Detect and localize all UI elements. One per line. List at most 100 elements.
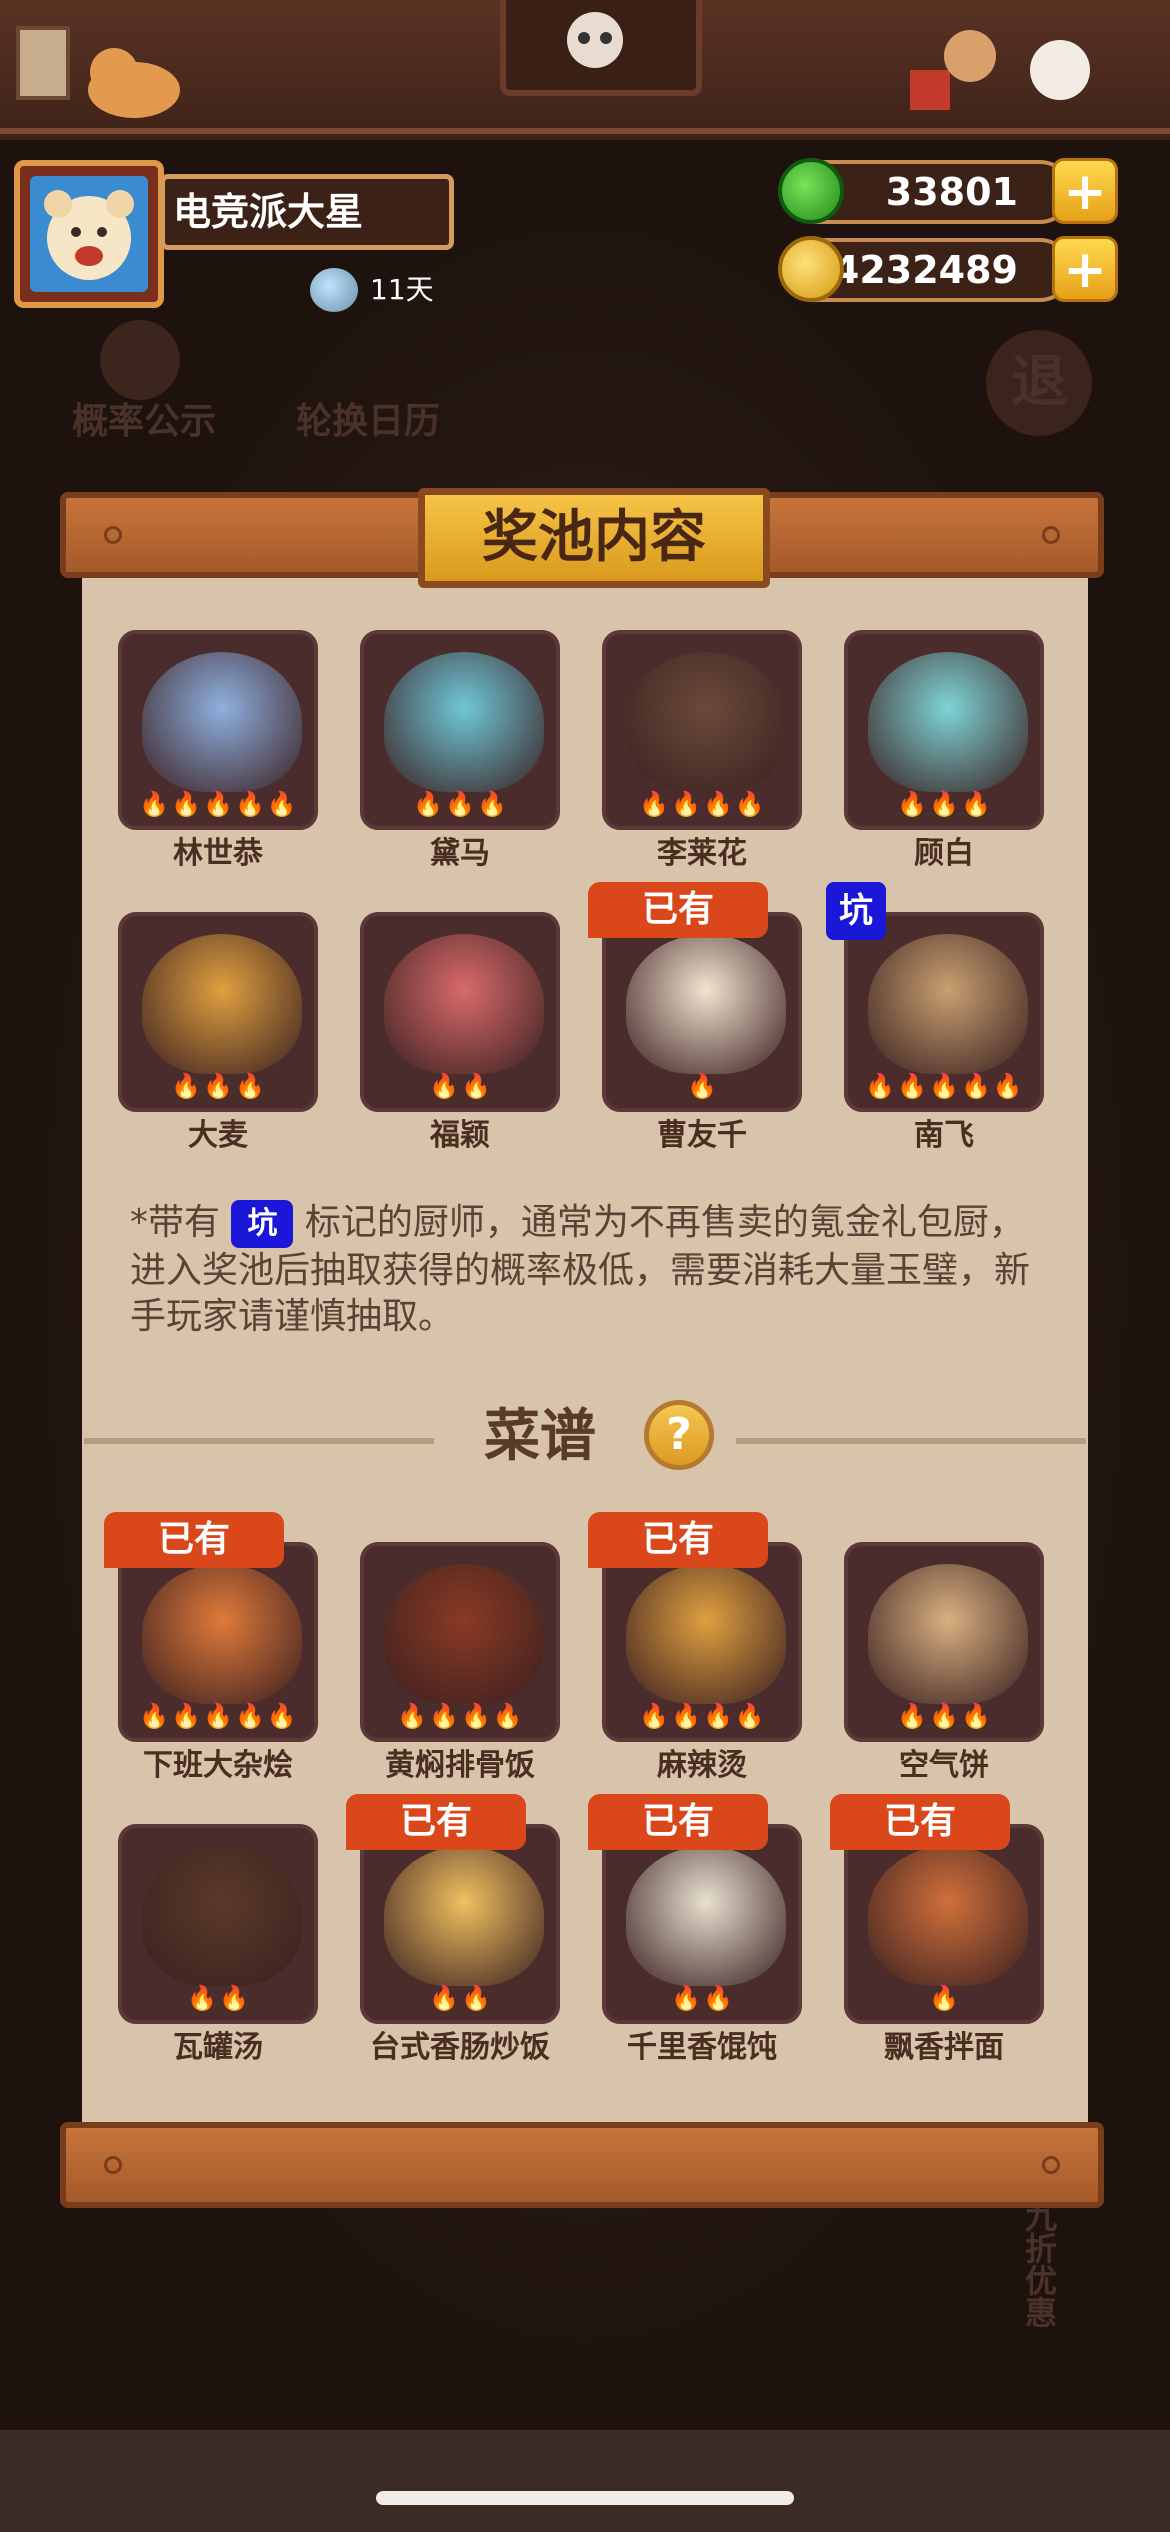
flame-icon: 🔥 <box>703 790 733 818</box>
chef-card[interactable]: 🔥 🔥 🔥 <box>844 630 1044 830</box>
recipe-portrait <box>142 1564 302 1704</box>
flame-icon: 🔥 <box>234 1702 265 1730</box>
owned-badge: 已有 <box>830 1794 1010 1850</box>
flame-icon: 🔥 <box>734 790 765 818</box>
recipe-name: 千里香馄饨 <box>627 2030 777 2065</box>
owned-badge: 已有 <box>588 1512 768 1568</box>
coin-icon <box>778 236 844 302</box>
flame-icon: 🔥 <box>234 790 265 818</box>
recipe-card[interactable]: 🔥 🔥 🔥 <box>844 1542 1044 1742</box>
flame-icon: 🔥 <box>187 1984 217 2012</box>
chef-name: 黛马 <box>430 836 490 871</box>
recipe-name: 麻辣烫 <box>657 1748 747 1783</box>
chef-portrait <box>626 934 786 1074</box>
chef-name: 曹友千 <box>657 1118 747 1153</box>
recipe-card[interactable]: 🔥 🔥 🔥 🔥 <box>602 1542 802 1742</box>
rarity-flames: 🔥 🔥 <box>364 1072 556 1100</box>
note-prefix: *带有 <box>130 1202 221 1243</box>
pit-badge: 坑 <box>826 882 886 940</box>
add-jade-button[interactable]: + <box>1052 158 1118 224</box>
flame-icon: 🔥 <box>960 1702 991 1730</box>
flame-icon: 🔥 <box>865 1072 896 1100</box>
flame-icon: 🔥 <box>203 1072 233 1100</box>
flame-icon: 🔥 <box>671 1984 701 2012</box>
flame-icon: 🔥 <box>445 790 475 818</box>
flame-icon: 🔥 <box>897 1702 928 1730</box>
recipe-card[interactable]: 🔥 <box>844 1824 1044 2024</box>
flame-icon: 🔥 <box>639 1702 670 1730</box>
recipe-portrait <box>868 1846 1028 1986</box>
flame-icon: 🔥 <box>171 790 202 818</box>
help-button[interactable]: ? <box>644 1400 714 1470</box>
add-coins-button[interactable]: + <box>1052 236 1118 302</box>
rarity-flames: 🔥 🔥 <box>122 1984 314 2012</box>
chef-name: 福颖 <box>430 1118 490 1153</box>
calendar-link[interactable]: 轮换日历 <box>296 392 440 444</box>
flame-icon: 🔥 <box>992 1072 1023 1100</box>
flame-icon: 🔥 <box>139 1702 170 1730</box>
flame-icon: 🔥 <box>429 1984 459 2012</box>
player-name: 电竞派大星 <box>160 174 454 250</box>
recipe-card[interactable]: 🔥 🔥 🔥 🔥 <box>360 1542 560 1742</box>
chef-card[interactable]: 🔥 🔥 🔥 🔥 🔥 <box>118 630 318 830</box>
recipe-card[interactable]: 🔥 🔥 <box>118 1824 318 2024</box>
flame-icon: 🔥 <box>139 790 170 818</box>
divider-left <box>84 1438 434 1444</box>
cat-mascot-icon <box>567 12 623 68</box>
flame-icon: 🔥 <box>897 1072 928 1100</box>
chef-card[interactable]: 🔥 <box>602 912 802 1112</box>
rarity-flames: 🔥 🔥 🔥 🔥 <box>606 1702 798 1730</box>
chef-portrait <box>868 934 1028 1074</box>
recipe-card[interactable]: 🔥 🔥 <box>602 1824 802 2024</box>
owned-badge: 已有 <box>104 1512 284 1568</box>
recipe-name: 飘香拌面 <box>884 2030 1004 2065</box>
chef-portrait <box>142 652 302 792</box>
flame-icon: 🔥 <box>929 1984 959 2012</box>
flame-icon: 🔥 <box>429 1072 459 1100</box>
chef-card[interactable]: 🔥 🔥 🔥 <box>118 912 318 1112</box>
flame-icon: 🔥 <box>687 1072 717 1100</box>
recipe-card[interactable]: 🔥 🔥 🔥 🔥 🔥 <box>118 1542 318 1742</box>
avatar[interactable] <box>14 160 164 308</box>
chef-name: 李莱花 <box>657 836 747 871</box>
flame-icon: 🔥 <box>960 1072 991 1100</box>
chef-name: 顾白 <box>914 836 974 871</box>
discount-label: 九折优惠 <box>1020 2200 1058 2328</box>
jade-icon <box>778 158 844 224</box>
recipe-portrait <box>142 1846 302 1986</box>
recipe-name: 瓦罐汤 <box>173 2030 263 2065</box>
bear-avatar-icon <box>44 190 134 280</box>
retreat-button[interactable]: 退 <box>986 330 1092 436</box>
flame-icon: 🔥 <box>266 790 297 818</box>
recipe-portrait <box>384 1564 544 1704</box>
chef-name: 林世恭 <box>173 836 263 871</box>
chef-card[interactable]: 🔥 🔥 🔥 <box>360 630 560 830</box>
flame-icon: 🔥 <box>429 1702 459 1730</box>
flame-icon: 🔥 <box>703 1702 733 1730</box>
panel-bottom-board <box>60 2122 1104 2208</box>
flame-icon: 🔥 <box>929 1072 959 1100</box>
flame-icon: 🔥 <box>734 1702 765 1730</box>
chef-name: 南飞 <box>914 1118 974 1153</box>
recipe-name: 下班大杂烩 <box>143 1748 293 1783</box>
chef-portrait <box>626 652 786 792</box>
flame-icon: 🔥 <box>203 1702 233 1730</box>
flame-icon: 🔥 <box>203 790 233 818</box>
login-days: 11天 <box>310 264 434 316</box>
flame-icon: 🔥 <box>171 1072 202 1100</box>
flame-icon: 🔥 <box>929 790 959 818</box>
flame-icon: 🔥 <box>461 1072 491 1100</box>
probability-link[interactable]: 概率公示 <box>72 392 216 444</box>
chef-portrait <box>384 934 544 1074</box>
owned-badge: 已有 <box>346 1794 526 1850</box>
rarity-flames: 🔥 🔥 <box>364 1984 556 2012</box>
pit-inline-badge: 坑 <box>231 1200 294 1248</box>
chef-card[interactable]: 🔥 🔥 🔥 🔥 <box>602 630 802 830</box>
recipe-name: 空气饼 <box>899 1748 989 1783</box>
flame-icon: 🔥 <box>266 1702 297 1730</box>
recipe-card[interactable]: 🔥 🔥 <box>360 1824 560 2024</box>
chef-portrait <box>384 652 544 792</box>
chef-card[interactable]: 🔥 🔥 <box>360 912 560 1112</box>
chef-card[interactable]: 🔥 🔥 🔥 🔥 🔥 <box>844 912 1044 1112</box>
chef-portrait <box>868 652 1028 792</box>
